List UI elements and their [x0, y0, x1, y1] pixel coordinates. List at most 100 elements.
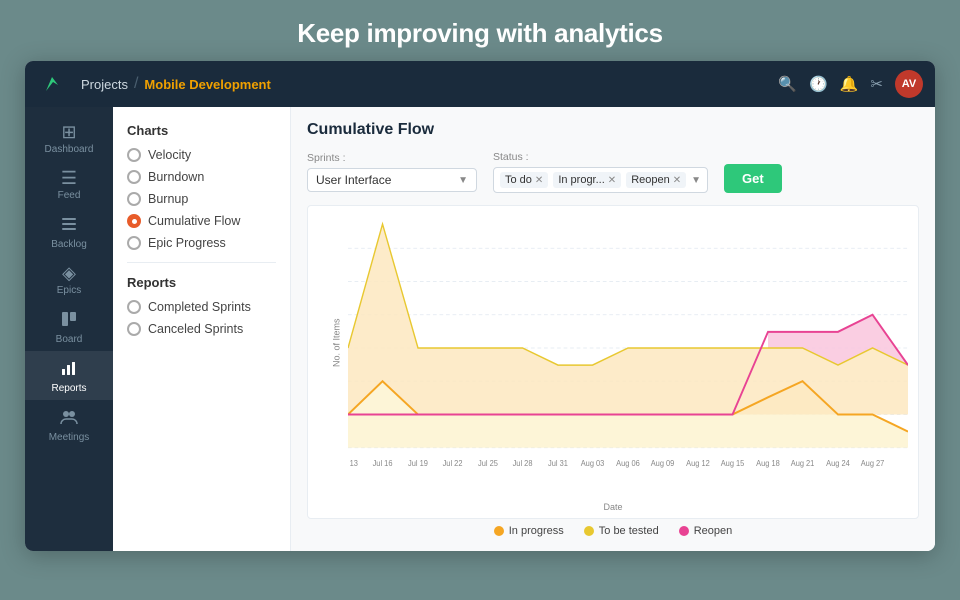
clock-icon[interactable]: 🕐 [809, 75, 828, 93]
backlog-icon [60, 215, 78, 236]
sidebar-item-reports[interactable]: Reports [25, 351, 113, 400]
svg-text:Jul 13: Jul 13 [348, 459, 358, 468]
radio-burndown[interactable] [127, 170, 141, 184]
svg-text:Aug 06: Aug 06 [616, 459, 640, 468]
svg-text:Aug 24: Aug 24 [826, 459, 850, 468]
status-label: Status : [493, 151, 708, 163]
sprints-label: Sprints : [307, 152, 477, 164]
sprint-select[interactable]: User Interface ▼ [307, 168, 477, 192]
avatar[interactable]: AV [895, 70, 923, 98]
chart-svg: 0 5 10 15 20 25 30 35 [348, 216, 908, 488]
status-tag-todo-remove[interactable]: ✕ [535, 175, 543, 186]
y-axis-label: No. of Items [331, 318, 341, 367]
chart-label-burnup: Burnup [148, 192, 188, 206]
top-nav: Projects / Mobile Development 🔍 🕐 🔔 ✂ AV [25, 61, 935, 107]
nav-current-project[interactable]: Mobile Development [144, 77, 270, 92]
report-label-canceled: Canceled Sprints [148, 322, 243, 336]
reports-section-title: Reports [127, 275, 276, 290]
svg-text:Jul 31: Jul 31 [548, 459, 568, 468]
radio-velocity[interactable] [127, 148, 141, 162]
feed-icon: ☰ [61, 169, 77, 187]
svg-text:Aug 09: Aug 09 [651, 459, 675, 468]
status-filter[interactable]: To do ✕ In progr... ✕ Reopen ✕ ▼ [493, 167, 708, 193]
filters-row: Sprints : User Interface ▼ Status : To d… [307, 151, 919, 193]
chart-legend: In progress To be tested Reopen [307, 525, 919, 537]
chart-label-cumulative-flow: Cumulative Flow [148, 214, 240, 228]
settings-icon[interactable]: ✂ [870, 75, 883, 93]
report-option-completed[interactable]: Completed Sprints [127, 300, 276, 314]
sidebar-item-dashboard[interactable]: ⊞ Dashboard [25, 115, 113, 161]
legend-in-progress: In progress [494, 525, 564, 537]
svg-text:Aug 12: Aug 12 [686, 459, 710, 468]
status-tag-inprogress-remove[interactable]: ✕ [608, 175, 616, 186]
legend-label-in-progress: In progress [509, 525, 564, 537]
chart-option-burndown[interactable]: Burndown [127, 170, 276, 184]
svg-text:Aug 27: Aug 27 [861, 459, 885, 468]
legend-reopen: Reopen [679, 525, 733, 537]
sidebar-item-feed[interactable]: ☰ Feed [25, 161, 113, 207]
status-tag-todo-label: To do [505, 174, 532, 186]
legend-label-reopen: Reopen [694, 525, 733, 537]
sidebar-item-board[interactable]: Board [25, 302, 113, 351]
report-label-completed: Completed Sprints [148, 300, 251, 314]
status-tag-reopen-remove[interactable]: ✕ [673, 175, 681, 186]
page-title: Keep improving with analytics [0, 0, 960, 61]
x-axis-label: Date [603, 502, 622, 512]
sidebar-label-board: Board [56, 334, 83, 345]
search-icon[interactable]: 🔍 [778, 75, 797, 93]
svg-text:Aug 03: Aug 03 [581, 459, 605, 468]
svg-text:Aug 21: Aug 21 [791, 459, 815, 468]
chart-area: No. of Items 0 5 10 15 20 25 [307, 205, 919, 519]
reports-icon [60, 359, 78, 380]
sidebar-label-dashboard: Dashboard [45, 144, 94, 155]
chart-label-epic-progress: Epic Progress [148, 236, 226, 250]
chart-title: Cumulative Flow [307, 121, 919, 139]
report-option-canceled[interactable]: Canceled Sprints [127, 322, 276, 336]
status-tag-inprogress-label: In progr... [558, 174, 604, 186]
chart-panel: Cumulative Flow Sprints : User Interface… [291, 107, 935, 551]
legend-dot-reopen [679, 526, 689, 536]
svg-text:Jul 28: Jul 28 [513, 459, 533, 468]
chart-option-burnup[interactable]: Burnup [127, 192, 276, 206]
nav-projects-label[interactable]: Projects [81, 77, 128, 92]
svg-text:Jul 16: Jul 16 [373, 459, 393, 468]
nav-icons: 🔍 🕐 🔔 ✂ AV [778, 70, 923, 98]
status-dropdown-arrow: ▼ [691, 175, 701, 186]
svg-text:Aug 15: Aug 15 [721, 459, 745, 468]
radio-epic-progress[interactable] [127, 236, 141, 250]
chart-option-epic-progress[interactable]: Epic Progress [127, 236, 276, 250]
radio-cumulative-flow[interactable] [127, 214, 141, 228]
sidebar-item-epics[interactable]: ◈ Epics [25, 256, 113, 302]
sidebar-label-feed: Feed [58, 190, 81, 201]
svg-text:Jul 22: Jul 22 [443, 459, 463, 468]
svg-text:Jul 19: Jul 19 [408, 459, 428, 468]
legend-label-to-be-tested: To be tested [599, 525, 659, 537]
sidebar-label-meetings: Meetings [49, 432, 90, 443]
sidebar: ⊞ Dashboard ☰ Feed Backlog ◈ Ep [25, 107, 113, 551]
legend-dot-in-progress [494, 526, 504, 536]
sidebar-item-backlog[interactable]: Backlog [25, 207, 113, 256]
chart-label-burndown: Burndown [148, 170, 204, 184]
bell-icon[interactable]: 🔔 [840, 75, 859, 93]
chart-option-cumulative-flow[interactable]: Cumulative Flow [127, 214, 276, 228]
get-button[interactable]: Get [724, 164, 782, 193]
radio-canceled-sprints[interactable] [127, 322, 141, 336]
sidebar-item-meetings[interactable]: Meetings [25, 400, 113, 449]
dashboard-icon: ⊞ [61, 123, 76, 141]
sprint-filter-group: Sprints : User Interface ▼ [307, 152, 477, 192]
main-content: ⊞ Dashboard ☰ Feed Backlog ◈ Ep [25, 107, 935, 551]
status-tag-inprogress[interactable]: In progr... ✕ [553, 172, 621, 188]
sprint-dropdown-arrow: ▼ [458, 175, 468, 186]
status-tag-todo[interactable]: To do ✕ [500, 172, 548, 188]
radio-burnup[interactable] [127, 192, 141, 206]
status-tag-reopen[interactable]: Reopen ✕ [626, 172, 686, 188]
panel-divider [127, 262, 276, 263]
charts-section-title: Charts [127, 123, 276, 138]
sidebar-label-backlog: Backlog [51, 239, 87, 250]
chart-label-velocity: Velocity [148, 148, 191, 162]
radio-completed-sprints[interactable] [127, 300, 141, 314]
status-tag-reopen-label: Reopen [631, 174, 670, 186]
sidebar-label-reports: Reports [51, 383, 86, 394]
chart-option-velocity[interactable]: Velocity [127, 148, 276, 162]
svg-text:Jul 25: Jul 25 [478, 459, 498, 468]
